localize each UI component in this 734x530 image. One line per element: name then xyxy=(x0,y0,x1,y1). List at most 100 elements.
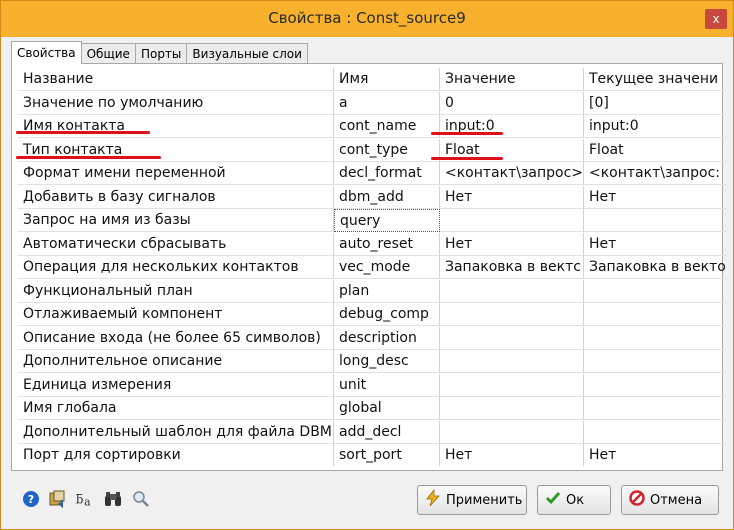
tab-visual-layers[interactable]: Визуальные слои xyxy=(186,43,308,64)
annotation-underline-cont-name-value xyxy=(431,132,503,135)
property-id: long_desc xyxy=(334,350,440,373)
property-value[interactable]: Нет xyxy=(440,232,584,256)
property-current-value: Нет xyxy=(584,444,726,466)
property-value[interactable]: 0 xyxy=(440,91,584,115)
property-current-value xyxy=(584,303,726,326)
property-value[interactable] xyxy=(440,279,584,303)
property-id: dbm_add xyxy=(334,185,440,209)
table-row[interactable]: Запрос на имя из базы query xyxy=(18,209,726,232)
property-current-value: Float xyxy=(584,139,726,162)
table-row[interactable]: Порт для сортировки sort_port Нет Нет xyxy=(18,444,726,466)
column-header-id[interactable]: Имя xyxy=(334,68,440,91)
property-name: Функциональный план xyxy=(18,279,334,303)
ok-button[interactable]: Ок xyxy=(537,485,611,515)
property-name: Запрос на имя из базы xyxy=(18,209,334,232)
property-name: Дополнительное описание xyxy=(18,350,334,373)
table-row[interactable]: Имя контакта cont_name input:0 input:0 xyxy=(18,115,726,138)
table-row[interactable]: Описание входа (не более 65 символов) des… xyxy=(18,326,726,350)
title-bar[interactable]: Свойства : Const_source9 x xyxy=(1,1,733,37)
property-id: sort_port xyxy=(334,444,440,466)
property-name: Имя контакта xyxy=(18,115,334,138)
property-value[interactable]: Нет xyxy=(440,444,584,466)
property-name: Единица измерения xyxy=(18,373,334,397)
property-current-value xyxy=(584,374,726,397)
apply-button[interactable]: Применить xyxy=(417,485,527,515)
property-current-value: input:0 xyxy=(584,115,726,138)
property-id: plan xyxy=(334,279,440,303)
property-name: Порт для сортировки xyxy=(18,444,334,466)
property-id: cont_type xyxy=(334,138,440,162)
binoculars-icon[interactable] xyxy=(103,489,123,509)
annotation-underline-cont-name-label xyxy=(16,131,150,134)
property-id: add_decl xyxy=(334,420,440,444)
property-current-value xyxy=(584,327,726,350)
window-title: Свойства : Const_source9 xyxy=(268,9,466,27)
tab-general[interactable]: Общие xyxy=(80,43,136,64)
property-id: vec_mode xyxy=(334,256,440,279)
close-button[interactable]: x xyxy=(705,9,727,29)
table-row[interactable]: Дополнительное описание long_desc xyxy=(18,350,726,373)
column-header-value[interactable]: Значение xyxy=(440,68,584,91)
property-current-value xyxy=(584,209,726,232)
tab-bar: Свойства Общие Порты Визуальные слои xyxy=(11,41,308,64)
property-name: Дополнительный шаблон для файла DBM xyxy=(18,420,334,444)
table-row[interactable]: Функциональный план plan xyxy=(18,279,726,303)
property-name: Отлаживаемый компонент xyxy=(18,303,334,326)
property-name: Описание входа (не более 65 символов) xyxy=(18,326,334,350)
property-current-value xyxy=(584,397,726,420)
ok-button-label: Ок xyxy=(566,492,585,508)
table-row[interactable]: Дополнительный шаблон для файла DBM add_d… xyxy=(18,420,726,444)
table-row[interactable]: Имя глобала global xyxy=(18,397,726,420)
property-current-value: [0] xyxy=(584,92,726,115)
svg-text:a: a xyxy=(84,495,91,508)
property-id: auto_reset xyxy=(334,232,440,256)
cancel-button[interactable]: Отмена xyxy=(621,485,719,515)
property-id: debug_comp xyxy=(334,303,440,326)
property-value[interactable] xyxy=(440,350,584,373)
property-id: a xyxy=(334,91,440,115)
table-row[interactable]: Значение по умолчанию a 0 [0] xyxy=(18,91,726,115)
annotation-underline-cont-type-label xyxy=(16,156,161,159)
properties-dialog: Свойства : Const_source9 x Свойства Общи… xyxy=(0,0,734,530)
property-current-value xyxy=(584,350,726,373)
property-value[interactable] xyxy=(440,420,584,444)
table-row[interactable]: Формат имени переменной decl_format <конта… xyxy=(18,162,726,185)
property-value[interactable] xyxy=(440,373,584,397)
property-id: unit xyxy=(334,373,440,397)
table-row[interactable]: Единица измерения unit xyxy=(18,373,726,397)
property-name: Добавить в базу сигналов xyxy=(18,185,334,209)
apply-button-label: Применить xyxy=(446,492,523,508)
property-value[interactable] xyxy=(440,326,584,350)
rename-icon[interactable]: ba xyxy=(75,489,95,509)
property-value[interactable]: <контакт\запрос> xyxy=(440,162,584,185)
column-header-name[interactable]: Название xyxy=(18,68,334,91)
annotation-underline-cont-type-value xyxy=(431,157,503,160)
property-value[interactable]: Нет xyxy=(440,185,584,209)
table-row[interactable]: Операция для нескольких контактов vec_mod… xyxy=(18,256,726,279)
property-name: Значение по умолчанию xyxy=(18,91,334,115)
properties-table: Название Имя Значение Текущее значени Зн… xyxy=(18,68,726,466)
property-id: query xyxy=(334,209,440,232)
tab-properties[interactable]: Свойства xyxy=(11,41,82,64)
help-icon[interactable]: ? xyxy=(23,491,39,507)
property-name: Операция для нескольких контактов xyxy=(18,256,334,279)
table-row[interactable]: Автоматически сбрасывать auto_reset Нет Нет xyxy=(18,232,726,256)
property-current-value: Нет xyxy=(584,186,726,209)
property-name: Имя глобала xyxy=(18,397,334,420)
property-current-value xyxy=(584,280,726,303)
tab-ports[interactable]: Порты xyxy=(134,43,188,64)
cancel-button-label: Отмена xyxy=(650,492,703,508)
cancel-icon xyxy=(628,490,646,510)
property-value[interactable]: Запаковка в вектс xyxy=(440,256,584,279)
property-value[interactable] xyxy=(440,303,584,326)
magnifier-icon[interactable] xyxy=(131,489,151,509)
property-current-value: Нет xyxy=(584,233,726,256)
property-value[interactable] xyxy=(440,209,584,232)
table-row[interactable]: Добавить в базу сигналов dbm_add Нет Нет xyxy=(18,185,726,209)
sort-icon[interactable] xyxy=(47,489,67,509)
lightning-icon xyxy=(424,488,442,511)
property-value[interactable] xyxy=(440,397,584,420)
table-row[interactable]: Отлаживаемый компонент debug_comp xyxy=(18,303,726,326)
properties-panel: Название Имя Значение Текущее значени Зн… xyxy=(11,63,726,471)
column-header-current-value[interactable]: Текущее значени xyxy=(584,68,726,91)
